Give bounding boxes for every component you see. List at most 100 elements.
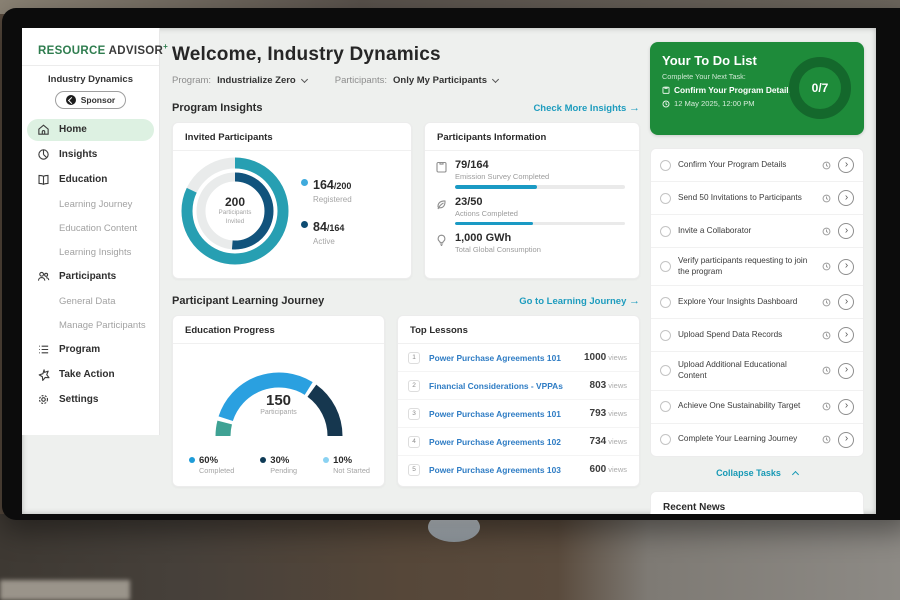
lesson-row: 1 Power Purchase Agreements 101 1000 vie… [398, 344, 639, 372]
rank-badge: 1 [408, 352, 420, 364]
legend-item-registered: 164/200 Registered [301, 176, 352, 204]
go-to-learning-journey-link[interactable]: Go to Learning Journey → [519, 295, 640, 307]
background-floor-highlight [0, 580, 130, 600]
participants-select[interactable]: Only My Participants [393, 75, 498, 86]
task-open-button[interactable]: › [838, 363, 854, 379]
sidebar-nav: Home Insights Education Learning Journey… [22, 119, 159, 411]
task-row-upload-spend-data[interactable]: Upload Spend Data Records › [651, 319, 863, 352]
lesson-link[interactable]: Power Purchase Agreements 103 [429, 465, 590, 475]
program-icon [37, 343, 50, 356]
participants-filter-label: Participants: [335, 75, 387, 86]
task-row-explore-insights[interactable]: Explore Your Insights Dashboard › [651, 286, 863, 319]
task-row-upload-educational-content[interactable]: Upload Additional Educational Content › [651, 352, 863, 390]
task-open-button[interactable]: › [838, 259, 854, 275]
insights-cards-row: Invited Participants 200 [172, 122, 640, 279]
actions-progress-bar [455, 222, 625, 226]
lesson-link[interactable]: Power Purchase Agreements 101 [429, 353, 584, 363]
org-name: Industry Dynamics [22, 74, 159, 85]
task-checkbox[interactable] [660, 434, 671, 445]
logo-primary: RESOURCE [38, 45, 106, 57]
task-open-button[interactable]: › [838, 399, 854, 415]
task-open-button[interactable]: › [838, 327, 854, 343]
task-open-button[interactable]: › [838, 157, 854, 173]
donut-chart: 200 Participants Invited [181, 157, 289, 265]
sponsor-badge[interactable]: Sponsor [55, 91, 126, 109]
sidebar-item-program[interactable]: Program [27, 339, 154, 361]
check-more-insights-link[interactable]: Check More Insights → [533, 102, 640, 114]
lesson-link[interactable]: Power Purchase Agreements 101 [429, 409, 590, 419]
card-title: Education Progress [173, 316, 384, 344]
task-row-send-invitations[interactable]: Send 50 Invitations to Participants › [651, 182, 863, 215]
legend-dot-pending [260, 457, 266, 463]
task-checkbox[interactable] [660, 297, 671, 308]
legend-dot-registered [301, 179, 308, 186]
sidebar-item-participants[interactable]: Participants [27, 266, 154, 288]
task-row-verify-participants[interactable]: Verify participants requesting to join t… [651, 248, 863, 286]
recent-news-title: Recent News [663, 502, 851, 513]
clipboard-icon [662, 86, 670, 94]
task-checkbox[interactable] [660, 160, 671, 171]
sidebar-item-learning-journey[interactable]: Learning Journey [27, 194, 154, 215]
legend-dot-completed [189, 457, 195, 463]
todo-due-date: 12 May 2025, 12:00 PM [674, 99, 755, 108]
sidebar-item-manage-participants[interactable]: Manage Participants [27, 315, 154, 336]
legend-dot-not-started [323, 457, 329, 463]
arrow-right-icon: → [629, 295, 640, 307]
sidebar: RESOURCE ADVISOR+ Industry Dynamics Spon… [22, 28, 160, 435]
card-title: Invited Participants [173, 123, 411, 151]
info-row-actions: 23/50 Actions Completed [435, 196, 625, 226]
task-checkbox[interactable] [660, 261, 671, 272]
clock-icon [822, 161, 831, 170]
learning-journey-header: Participant Learning Journey Go to Learn… [172, 295, 640, 307]
lesson-link[interactable]: Power Purchase Agreements 102 [429, 437, 590, 447]
clock-icon [822, 262, 831, 271]
info-row-emission-survey: 79/164 Emission Survey Completed [435, 159, 625, 189]
task-row-confirm-program[interactable]: Confirm Your Program Details › [651, 149, 863, 182]
sidebar-item-home[interactable]: Home [27, 119, 154, 141]
participants-icon [37, 270, 50, 283]
task-row-complete-learning-journey[interactable]: Complete Your Learning Journey › [651, 424, 863, 456]
card-title: Top Lessons [398, 316, 639, 344]
sidebar-item-education-content[interactable]: Education Content [27, 218, 154, 239]
chevron-down-icon [492, 75, 499, 82]
sidebar-item-education[interactable]: Education [27, 169, 154, 191]
take-action-icon [37, 368, 50, 381]
sidebar-item-take-action[interactable]: Take Action [27, 364, 154, 386]
app-logo: RESOURCE ADVISOR+ [22, 38, 159, 65]
gauge-center-label: 150 Participants [189, 392, 369, 416]
collapse-tasks-link[interactable]: Collapse Tasks [650, 468, 864, 478]
rank-badge: 3 [408, 408, 420, 420]
background-scene: RESOURCE ADVISOR+ Industry Dynamics Spon… [0, 0, 900, 600]
legend-dot-active [301, 221, 308, 228]
bulb-icon [435, 232, 447, 254]
invited-participants-chart: 200 Participants Invited 164/200 Registe… [173, 151, 411, 269]
task-row-invite-collaborator[interactable]: Invite a Collaborator › [651, 215, 863, 248]
task-open-button[interactable]: › [838, 432, 854, 448]
task-checkbox[interactable] [660, 226, 671, 237]
todo-next-task: Confirm Your Program Details [674, 85, 793, 95]
insights-icon [37, 148, 50, 161]
emission-progress-bar [455, 185, 625, 189]
main-content: Welcome, Industry Dynamics Program: Indu… [160, 28, 650, 514]
chevron-up-icon [792, 471, 799, 478]
task-checkbox[interactable] [660, 365, 671, 376]
rank-badge: 4 [408, 436, 420, 448]
program-select[interactable]: Industrialize Zero [217, 75, 307, 86]
rank-badge: 2 [408, 380, 420, 392]
lesson-link[interactable]: Financial Considerations - VPPAs [429, 381, 590, 391]
lesson-row: 2 Financial Considerations - VPPAs 803 v… [398, 372, 639, 400]
task-checkbox[interactable] [660, 401, 671, 412]
sidebar-item-learning-insights[interactable]: Learning Insights [27, 242, 154, 263]
sidebar-item-insights[interactable]: Insights [27, 144, 154, 166]
task-open-button[interactable]: › [838, 223, 854, 239]
task-checkbox[interactable] [660, 330, 671, 341]
sidebar-item-settings[interactable]: Settings [27, 389, 154, 411]
task-open-button[interactable]: › [838, 190, 854, 206]
task-checkbox[interactable] [660, 193, 671, 204]
task-open-button[interactable]: › [838, 294, 854, 310]
task-row-achieve-target[interactable]: Achieve One Sustainability Target › [651, 391, 863, 424]
clock-icon [822, 298, 831, 307]
sidebar-item-general-data[interactable]: General Data [27, 291, 154, 312]
section-title-learning-journey: Participant Learning Journey [172, 295, 324, 307]
clock-icon [822, 402, 831, 411]
